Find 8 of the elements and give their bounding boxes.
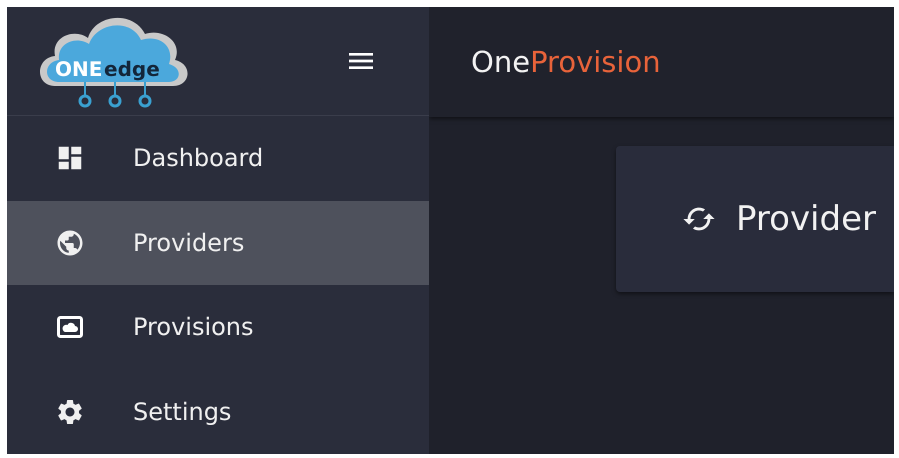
- cloud-icon: [57, 316, 83, 338]
- sidebar-item[interactable]: Provisions: [7, 285, 429, 370]
- globe-icon: [55, 228, 85, 258]
- sidebar-item[interactable]: Dashboard: [7, 116, 429, 201]
- card-title: Provider: [736, 199, 876, 239]
- sidebar-item[interactable]: Providers: [7, 200, 429, 286]
- sidebar-item[interactable]: Settings: [7, 370, 429, 454]
- app-title: OneProvision: [471, 45, 661, 79]
